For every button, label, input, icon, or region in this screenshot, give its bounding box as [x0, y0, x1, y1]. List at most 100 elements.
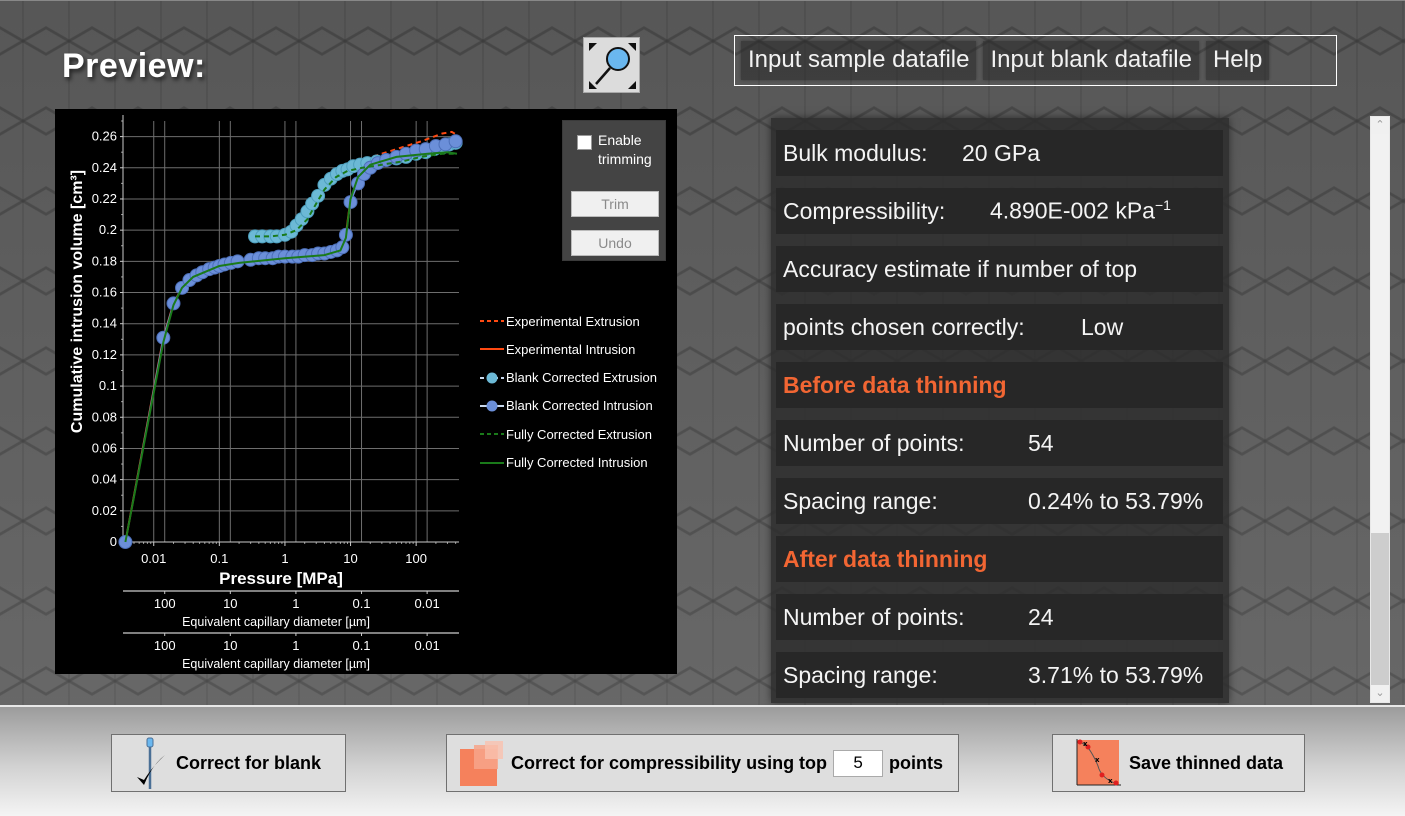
capillary-tick-label: 100	[154, 638, 176, 653]
legend-swatch	[480, 320, 504, 322]
correct-for-blank-label: Correct for blank	[176, 752, 322, 773]
scroll-thumb[interactable]	[1371, 134, 1389, 533]
y-tick-label: 0.08	[92, 409, 117, 424]
before-spacing-label: Spacing range:	[783, 487, 938, 514]
svg-text:x: x	[1083, 740, 1088, 748]
before-spacing-value: 0.24% to 53.79%	[1028, 487, 1204, 514]
after-spacing-row: Spacing range: 3.71% to 53.79%	[776, 652, 1223, 698]
y-tick-label: 0.04	[92, 472, 117, 487]
after-spacing-value: 3.71% to 53.79%	[1028, 661, 1204, 688]
y-tick-label: 0.22	[92, 191, 117, 206]
compressibility-label: Compressibility:	[783, 197, 946, 224]
save-thinned-data-label: Save thinned data	[1129, 752, 1284, 773]
legend-label: Blank Corrected Extrusion	[506, 370, 658, 386]
capillary-tick-label: 1	[292, 638, 299, 653]
capillary-tick-label: 0.01	[414, 638, 439, 653]
thinned-curve-icon: x x x	[1076, 739, 1121, 786]
y-tick-label: 0.14	[92, 316, 117, 331]
after-thinning-heading: After data thinning	[776, 536, 1223, 582]
save-thinned-data-button[interactable]: x x x Save thinned data	[1052, 734, 1305, 792]
results-scrollbar[interactable]: ⌃ ⌄	[1370, 116, 1390, 703]
x-tick-label: 100	[405, 551, 427, 566]
legend-swatch	[480, 372, 504, 384]
correct-for-blank-button[interactable]: Correct for blank	[111, 734, 346, 792]
legend-item: Experimental Intrusion	[478, 339, 678, 359]
accuracy-label-line1: Accuracy estimate if number of top	[783, 255, 1138, 282]
zoom-magnifier-icon	[589, 43, 636, 89]
capillary-tick-label: 0.01	[414, 596, 439, 611]
compressibility-unit-exponent: −1	[1154, 197, 1171, 214]
fully-corrected-intrusion-line	[124, 151, 458, 543]
after-points-value: 24	[1028, 603, 1054, 630]
legend-swatch	[480, 433, 504, 436]
before-points-row: Number of points: 54	[776, 420, 1223, 466]
trim-panel: Enable trimming Trim Undo	[562, 120, 666, 261]
y-axis-label: Cumulative intrusion volume [cm³]	[69, 170, 86, 433]
menu-help[interactable]: Help	[1205, 41, 1270, 80]
blank-corrected-intrusion-line	[124, 140, 456, 543]
experimental-intrusion-line	[124, 140, 458, 543]
svg-text:x: x	[1095, 756, 1100, 764]
capillary-axis-label: Equivalent capillary diameter [µm]	[182, 657, 370, 671]
main-area: Preview: Input sample datafile Input bla…	[0, 0, 1405, 705]
legend-label: Experimental Intrusion	[506, 341, 636, 357]
legend-item: Fully Corrected Extrusion	[478, 424, 678, 444]
accuracy-value: Low	[1081, 313, 1124, 340]
before-points-label: Number of points:	[783, 429, 965, 456]
correct-compressibility-button[interactable]: Correct for compressibility using top po…	[446, 734, 959, 792]
enable-trimming-checkbox[interactable]	[577, 135, 592, 150]
menu-input-sample-datafile[interactable]: Input sample datafile	[741, 41, 977, 80]
menu-input-blank-datafile[interactable]: Input blank datafile	[983, 41, 1199, 80]
after-points-label: Number of points:	[783, 603, 965, 630]
after-points-row: Number of points: 24	[776, 594, 1223, 640]
compressibility-squares-icon	[460, 741, 503, 786]
y-tick-label: 0	[110, 534, 117, 549]
legend-marker	[486, 372, 498, 384]
svg-text:x: x	[1108, 777, 1113, 785]
y-tick-label: 0.2	[99, 222, 117, 237]
legend-item: Blank Corrected Intrusion	[478, 396, 678, 416]
legend-item: Fully Corrected Intrusion	[478, 453, 678, 473]
top-points-input[interactable]	[833, 749, 884, 777]
x-tick-label: 1	[281, 551, 288, 566]
results-panel: Bulk modulus: 20 GPa Compressibility: 4.…	[771, 118, 1229, 703]
accuracy-label-line2: points chosen correctly:	[783, 313, 1025, 340]
blank-corrected-intrusion-point	[448, 134, 463, 149]
accuracy-row-2: points chosen correctly: Low	[776, 304, 1223, 350]
legend-swatch	[480, 461, 504, 464]
y-tick-label: 0.06	[92, 440, 117, 455]
page-title: Preview:	[62, 47, 206, 85]
bulk-modulus-row: Bulk modulus: 20 GPa	[776, 130, 1223, 176]
y-tick-label: 0.02	[92, 503, 117, 518]
bulk-modulus-label: Bulk modulus:	[783, 139, 928, 166]
trim-button[interactable]: Trim	[571, 191, 659, 217]
scroll-up-icon[interactable]: ⌃	[1371, 117, 1389, 134]
y-tick-label: 0.12	[92, 347, 117, 362]
legend-label: Experimental Extrusion	[506, 313, 640, 329]
compressibility-value: 4.890E-002 kPa	[990, 197, 1155, 224]
scroll-down-icon[interactable]: ⌄	[1371, 685, 1389, 702]
compressibility-value-wrap: 4.890E-002 kPa−1	[990, 197, 1171, 225]
chart-panel: 0 0.02 0.04 0.06 0.08 0.1 0.12 0.14 0.16 0.18 0.2 0…	[55, 109, 677, 674]
accuracy-row-1: Accuracy estimate if number of top	[776, 246, 1223, 292]
compressibility-row: Compressibility: 4.890E-002 kPa−1	[776, 188, 1223, 234]
before-spacing-row: Spacing range: 0.24% to 53.79%	[776, 478, 1223, 524]
legend-label: Blank Corrected Intrusion	[506, 398, 653, 414]
legend-label: Fully Corrected Intrusion	[506, 455, 648, 470]
legend-marker	[486, 400, 498, 412]
capillary-tick-label: 1	[292, 596, 299, 611]
before-thinning-heading: Before data thinning	[776, 362, 1223, 408]
x-axis-label: Pressure [MPa]	[219, 569, 343, 588]
undo-button[interactable]: Undo	[571, 230, 659, 256]
y-tick-label: 0.18	[92, 253, 117, 268]
blank-corrected-intrusion-point	[230, 254, 245, 269]
menu-bar: Input sample datafile Input blank datafi…	[734, 35, 1337, 86]
capillary-tick-label: 10	[223, 638, 237, 653]
y-tick-label: 0.16	[92, 285, 117, 300]
capillary-tick-label: 10	[223, 596, 237, 611]
x-tick-label: 10	[343, 551, 357, 566]
enable-trimming-label: Enable trimming	[598, 132, 652, 167]
action-bar: Correct for blank Correct for compressib…	[0, 705, 1405, 816]
y-tick-label: 0.1	[99, 378, 117, 393]
zoom-button[interactable]	[583, 37, 640, 93]
